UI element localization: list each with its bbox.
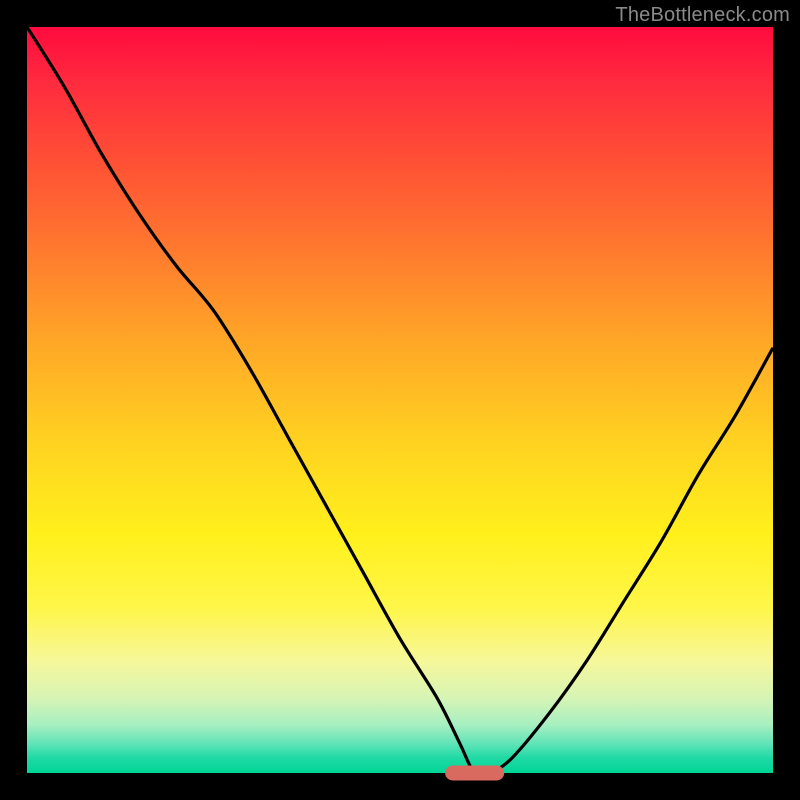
bottleneck-curve bbox=[27, 27, 773, 773]
chart-container: { "watermark": "TheBottleneck.com", "col… bbox=[0, 0, 800, 800]
plot-area bbox=[27, 27, 773, 773]
watermark-text: TheBottleneck.com bbox=[615, 4, 790, 27]
optimal-marker bbox=[445, 766, 505, 781]
